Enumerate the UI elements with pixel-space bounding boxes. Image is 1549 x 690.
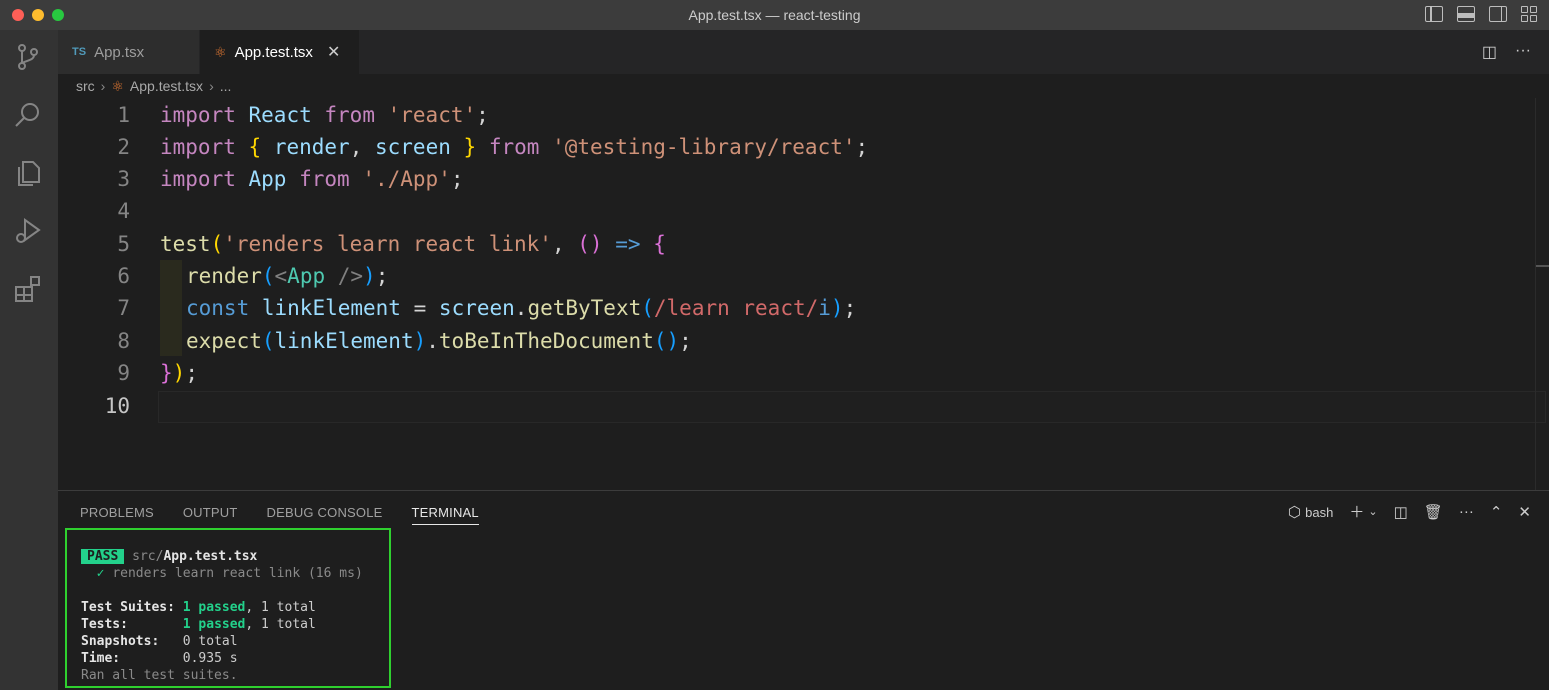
close-window-button[interactable] <box>12 9 24 21</box>
line-number: 5 <box>117 232 130 256</box>
chevron-down-icon[interactable]: ⌄ <box>1368 505 1377 518</box>
close-tab-icon[interactable]: ✕ <box>327 42 340 62</box>
tab-app-test-tsx[interactable]: ⚛ App.test.tsx ✕ <box>200 30 360 74</box>
pass-badge: PASS <box>81 549 125 564</box>
tab-app-tsx[interactable]: TS App.tsx <box>58 30 200 74</box>
search-icon[interactable] <box>13 100 43 130</box>
minimize-window-button[interactable] <box>32 9 44 21</box>
tab-problems[interactable]: PROBLEMS <box>80 501 154 525</box>
window-controls <box>12 9 64 21</box>
line-number: 6 <box>117 264 130 288</box>
line-number: 10 <box>104 394 130 418</box>
zoom-window-button[interactable] <box>52 9 64 21</box>
window-title: App.test.tsx — react-testing <box>688 7 861 23</box>
code-line: expect(linkElement).toBeInTheDocument(); <box>186 329 692 353</box>
code-line: import React from 'react'; <box>160 103 489 127</box>
test-case-result: ✓ renders learn react link (16 ms) <box>96 566 363 581</box>
tab-debug-console[interactable]: DEBUG CONSOLE <box>267 501 383 525</box>
code-editor[interactable]: 1 2 3 4 5 6 7 8 9 10 import React from '… <box>58 98 1549 490</box>
shell-name: bash <box>1305 504 1334 520</box>
indent-guide <box>160 260 182 356</box>
run-debug-icon[interactable] <box>13 216 43 246</box>
layout-controls <box>1425 6 1539 22</box>
summary-suites: Test Suites: 1 passed, 1 total <box>81 600 316 615</box>
current-line-highlight <box>158 391 1546 423</box>
line-number: 8 <box>117 329 130 353</box>
summary-time: Time: 0.935 s <box>81 651 238 666</box>
close-panel-icon[interactable]: ✕ <box>1518 503 1531 521</box>
typescript-file-icon: TS <box>72 46 87 58</box>
line-number: 9 <box>117 361 130 385</box>
chevron-right-icon: › <box>209 78 214 94</box>
split-terminal-icon[interactable]: ◫ <box>1394 503 1408 521</box>
code-line: import App from './App'; <box>160 167 464 191</box>
tab-label: App.tsx <box>94 43 145 61</box>
toggle-panel-icon[interactable] <box>1457 6 1475 22</box>
split-editor-icon[interactable]: ◫ <box>1482 42 1497 62</box>
summary-snapshots: Snapshots: 0 total <box>81 634 238 649</box>
activity-bar <box>0 30 58 690</box>
code-line: const linkElement = screen.getByText(/le… <box>186 296 857 320</box>
maximize-panel-icon[interactable]: ⌃ <box>1490 503 1503 521</box>
line-number: 2 <box>117 135 130 159</box>
chevron-right-icon: › <box>100 78 106 94</box>
editor-tabs: TS App.tsx ⚛ App.test.tsx ✕ ◫ ··· <box>58 30 1549 74</box>
breadcrumb-folder[interactable]: src <box>76 78 95 94</box>
summary-footer: Ran all test suites. <box>81 668 238 683</box>
toggle-secondary-sidebar-icon[interactable] <box>1489 6 1507 22</box>
line-number: 3 <box>117 167 130 191</box>
toggle-sidebar-icon[interactable] <box>1425 6 1443 22</box>
line-number: 4 <box>117 199 130 223</box>
customize-layout-icon[interactable] <box>1521 6 1539 22</box>
line-number: 7 <box>117 296 130 320</box>
extensions-icon[interactable] <box>13 274 43 304</box>
line-number: 1 <box>117 103 130 127</box>
breadcrumb: src › ⚛ App.test.tsx › ... <box>58 74 1549 98</box>
react-file-icon: ⚛ <box>214 43 227 60</box>
title-bar: App.test.tsx — react-testing <box>0 0 1549 30</box>
new-terminal-icon[interactable]: ＋ <box>1349 501 1364 522</box>
code-line: import { render, screen } from '@testing… <box>160 135 869 159</box>
panel-tabs: PROBLEMS OUTPUT DEBUG CONSOLE TERMINAL <box>80 501 508 525</box>
test-file-result: PASS src/App.test.tsx <box>81 548 389 565</box>
terminal-output[interactable]: PASS src/App.test.tsx ✓ renders learn re… <box>65 528 391 688</box>
trash-icon[interactable]: 🗑 <box>1424 503 1443 521</box>
explorer-icon[interactable] <box>13 158 43 188</box>
shell-icon: ⬡ <box>1287 503 1301 521</box>
code-line: test('renders learn react link', () => { <box>160 232 666 256</box>
tab-output[interactable]: OUTPUT <box>183 501 238 525</box>
breadcrumb-more[interactable]: ... <box>220 78 232 94</box>
breadcrumb-file[interactable]: App.test.tsx <box>130 78 203 94</box>
editor-scrollbar[interactable] <box>1535 98 1549 490</box>
summary-tests: Tests: 1 passed, 1 total <box>81 617 316 632</box>
code-line: }); <box>160 361 198 385</box>
more-icon[interactable]: ··· <box>1459 503 1474 520</box>
panel-actions: ⬡ bash ＋ ⌄ ◫ 🗑 ··· ⌃ ✕ <box>1288 501 1531 522</box>
source-control-icon[interactable] <box>13 42 43 72</box>
tab-label: App.test.tsx <box>234 43 313 61</box>
more-icon[interactable]: ··· <box>1515 42 1531 62</box>
react-file-icon: ⚛ <box>111 77 124 94</box>
terminal-profile[interactable]: ⬡ bash <box>1288 503 1333 521</box>
code-line: render(<App />); <box>186 264 389 288</box>
editor-actions: ◫ ··· <box>1482 42 1531 62</box>
check-icon: ✓ <box>96 566 105 581</box>
tab-terminal[interactable]: TERMINAL <box>411 501 479 525</box>
bottom-panel: PROBLEMS OUTPUT DEBUG CONSOLE TERMINAL ⬡… <box>58 490 1549 690</box>
